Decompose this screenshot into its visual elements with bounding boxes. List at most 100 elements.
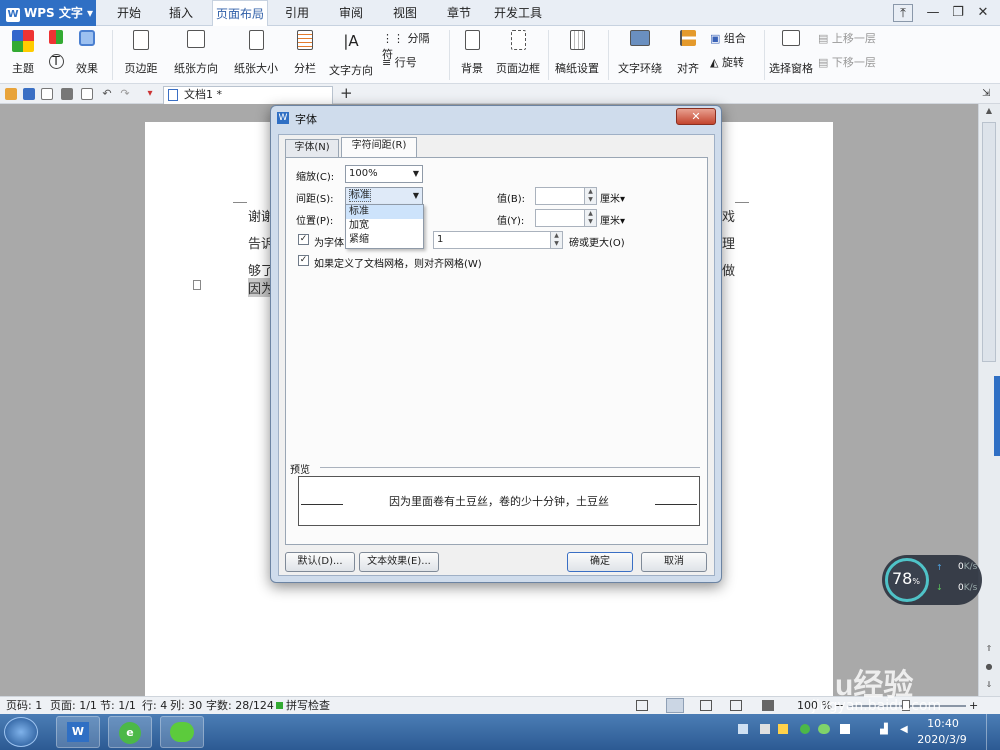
text-effects-button[interactable]: 文本效果(E)... [359,552,439,572]
spacing-select[interactable]: 标准 ▼ [345,187,423,205]
volume-icon[interactable]: ◀ [900,724,912,736]
kerning-spinner[interactable]: ▲ ▼ [550,231,563,249]
default-button[interactable]: 默认(D)... [285,552,355,572]
next-page-icon[interactable]: ⇓ [982,680,996,692]
tray-icon[interactable] [778,724,788,734]
app-menu-button[interactable]: W WPS 文字 ▾ [0,0,96,26]
value-y-input[interactable] [535,209,585,227]
scroll-thumb[interactable] [982,122,996,362]
color-scheme-button[interactable] [44,30,68,44]
columns-button[interactable]: 分栏 [288,30,322,76]
tab-review[interactable]: 审阅 [330,0,372,26]
restore-ribbon-icon[interactable]: ⤒ [893,4,913,22]
tab-developer[interactable]: 开发工具 [490,0,546,26]
theme-button[interactable]: 主题 [6,30,40,76]
size-button[interactable]: 纸张大小 [228,30,284,76]
paragraph-icon[interactable] [193,280,201,290]
open-icon[interactable] [5,88,17,100]
network-speed-widget[interactable]: 78% ↑ 0K/s ↓ 0K/s [882,555,982,605]
spacing-option-expanded[interactable]: 加宽 [346,219,423,233]
send-backward-button[interactable]: ▤ 下移一层 [818,54,888,70]
page-view-icon[interactable] [666,698,684,713]
document-tab[interactable]: 文档1 * [163,86,333,104]
status-spell[interactable]: 拼写检查 [286,697,330,714]
side-panel-toggle[interactable] [994,376,1000,456]
tab-home[interactable]: 开始 [108,0,150,26]
tray-icon[interactable] [738,724,748,734]
mode-switch-icon[interactable]: ⇲ [982,88,994,100]
kerning-checkbox[interactable]: ✓ [298,234,309,245]
status-words[interactable]: 字数: 28/124 [206,697,274,714]
scroll-up-icon[interactable]: ▲ [982,106,996,118]
unit-y[interactable]: 厘米▾ [600,212,625,227]
network-icon[interactable]: ▟ [880,724,894,736]
manuscript-button[interactable]: 稿纸设置 [552,30,602,76]
value-y-spinner[interactable]: ▲ ▼ [584,209,597,227]
undo-icon[interactable]: ↶ [101,88,113,100]
outline-view-icon[interactable] [700,700,712,711]
minimize-icon[interactable]: — [923,4,943,22]
margins-button[interactable]: 页边距 [118,30,164,76]
start-button[interactable] [4,717,38,747]
rotate-button[interactable]: ◭ 旋转 [710,54,760,70]
export-pdf-icon[interactable] [41,88,53,100]
background-button[interactable]: 背景 [454,30,490,76]
print-preview-icon[interactable] [81,88,93,100]
dialog-close-button[interactable]: ✕ [676,108,716,125]
kerning-input[interactable]: 1 [433,231,551,249]
customize-qat-icon[interactable]: ▾ [144,88,156,100]
group-button[interactable]: ▣ 组合 [710,30,760,46]
taskbar-wechat[interactable] [160,716,204,748]
tab-view[interactable]: 视图 [384,0,426,26]
clock-date[interactable]: 2020/3/9 [912,733,972,746]
value-b-spinner[interactable]: ▲ ▼ [584,187,597,205]
taskbar-browser[interactable]: e [108,716,152,748]
redo-icon[interactable]: ↷ [119,88,131,100]
snap-grid-checkbox[interactable]: ✓ [298,255,309,266]
print-icon[interactable] [61,88,73,100]
tray-icon[interactable] [840,724,850,734]
taskbar-wps[interactable]: W [56,716,100,748]
maximize-icon[interactable]: ❐ [948,4,968,22]
orientation-button[interactable]: 纸张方向 [168,30,224,76]
value-b-input[interactable] [535,187,585,205]
bring-forward-button[interactable]: ▤ 上移一层 [818,30,888,46]
font-dialog: W 字体 ✕ 字体(N) 字符间距(R) 缩放(C): 100% ▼ 间距(S):… [270,105,722,583]
cancel-button[interactable]: 取消 [641,552,707,572]
tray-icon[interactable] [800,724,810,734]
tab-page-layout[interactable]: 页面布局 [212,0,268,26]
web-view-icon[interactable] [730,700,742,711]
align-button[interactable]: 对齐 [670,30,706,76]
tab-insert[interactable]: 插入 [160,0,202,26]
unit-b[interactable]: 厘米▾ [600,190,625,205]
prev-page-icon[interactable]: ⇑ [982,644,996,656]
preview-baseline-left [301,504,343,505]
tab-character-spacing[interactable]: 字符间距(R) [341,137,417,158]
clock-time[interactable]: 10:40 [918,717,968,730]
spacing-option-condensed[interactable]: 紧缩 [346,233,423,247]
effects-button[interactable]: 效果 [70,30,104,76]
vertical-scrollbar[interactable]: ▲ ⇑ ● ⇓ [978,104,1000,696]
save-icon[interactable] [23,88,35,100]
tab-chapter[interactable]: 章节 [438,0,480,26]
line-numbers-button[interactable]: ≡ 行号 [382,54,432,70]
scale-select[interactable]: 100% ▼ [345,165,423,183]
spacing-option-normal[interactable]: 标准 [346,205,423,219]
tab-references[interactable]: 引用 [276,0,318,26]
font-scheme-button[interactable]: T [44,54,68,69]
page-borders-button[interactable]: 页面边框 [494,30,542,76]
text-wrap-button[interactable]: 文字环绕 [612,30,668,76]
preview-label: 预览 [290,465,310,476]
zoom-in-icon[interactable]: + [969,697,978,714]
tray-icon[interactable] [818,724,830,734]
show-desktop-button[interactable] [986,714,1000,750]
new-tab-icon[interactable]: + [340,86,353,101]
tray-icon[interactable] [760,724,770,734]
selection-pane-button[interactable]: 选择窗格 [768,30,814,76]
full-screen-icon[interactable] [636,700,648,711]
select-browse-icon[interactable]: ● [982,662,996,674]
tab-font[interactable]: 字体(N) [285,139,339,157]
text-direction-button[interactable]: |A 文字方向 [326,30,376,78]
close-icon[interactable]: ✕ [973,4,993,22]
ok-button[interactable]: 确定 [567,552,633,572]
